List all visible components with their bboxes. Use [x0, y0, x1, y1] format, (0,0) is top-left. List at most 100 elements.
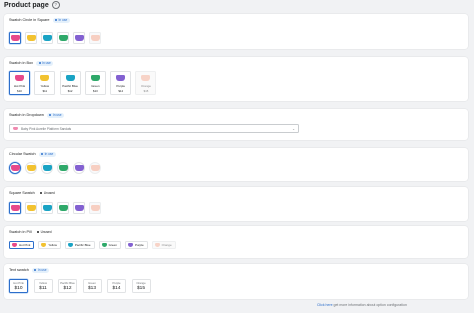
sandal-icon	[58, 165, 68, 171]
swatch-row: Hot Pink $10 Yellow $11 Pacific Blue $12 Gr…	[9, 71, 161, 95]
swatch-purple[interactable]	[73, 162, 85, 174]
sandal-icon	[13, 126, 18, 131]
swatch-box-pacific-blue[interactable]: Pacific Blue $12	[59, 71, 81, 95]
sandal-icon	[74, 205, 84, 211]
pill-green[interactable]: Green	[98, 241, 121, 249]
sandal-icon	[58, 35, 68, 41]
swatch-box-orange[interactable]: Orange $15	[135, 71, 157, 95]
sandal-icon	[67, 243, 73, 247]
sandal-icon	[127, 243, 133, 247]
sandal-icon	[40, 75, 50, 81]
swatch-pacific-blue[interactable]	[41, 202, 53, 214]
pill-pacific-blue[interactable]: Pacific Blue	[64, 241, 95, 249]
section-swatch-circle-in-square: Swatch Circle in Square In use	[4, 14, 468, 49]
sandal-icon	[42, 205, 52, 211]
text-swatch-row: Hot Pink $10 Yellow $11 Pacific Blue $12 Gr…	[9, 279, 156, 293]
section-swatch-in-dropdown: Swatch in Dropdown In use Baby Pink Aure…	[4, 109, 468, 140]
sandal-icon	[90, 75, 100, 81]
sandal-icon	[26, 35, 36, 41]
dropdown-selected: Baby Pink Aurelie Platform Sandals	[21, 126, 72, 131]
swatch-orange[interactable]	[89, 202, 101, 214]
swatch-hot-pink[interactable]	[9, 162, 21, 174]
sandal-icon	[42, 35, 52, 41]
status-badge: In use	[38, 152, 56, 157]
swatch-box-green[interactable]: Green $13	[84, 71, 106, 95]
sandal-icon	[42, 165, 52, 171]
swatch-green[interactable]	[57, 202, 69, 214]
sandal-icon	[90, 35, 100, 41]
sandal-icon	[141, 75, 151, 81]
sandal-icon	[74, 35, 84, 41]
sandal-icon	[15, 75, 24, 81]
swatch-row	[9, 202, 101, 214]
click-here-link[interactable]: Click here	[317, 303, 333, 307]
section-title: Text swatch	[9, 268, 29, 273]
swatch-box-hot-pink[interactable]: Hot Pink $10	[9, 71, 30, 95]
pill-purple[interactable]: Purple	[124, 241, 148, 249]
sandal-icon	[58, 205, 68, 211]
swatch-purple[interactable]	[73, 202, 85, 214]
section-title: Circular Swatch	[9, 152, 36, 157]
pill-orange[interactable]: Orange	[151, 241, 176, 249]
sandal-icon	[90, 205, 100, 211]
text-swatch-green[interactable]: Green $13	[82, 279, 102, 293]
swatch-box-yellow[interactable]: Yellow $11	[34, 71, 56, 95]
text-swatch-hot-pink[interactable]: Hot Pink $10	[9, 279, 28, 293]
pill-yellow[interactable]: Yellow	[38, 241, 61, 249]
sandal-icon	[26, 165, 36, 171]
swatch-pacific-blue[interactable]	[41, 32, 53, 44]
swatch-green[interactable]	[57, 162, 69, 174]
footer-help: Click here get more information about op…	[317, 303, 407, 307]
sandal-icon	[12, 243, 17, 247]
swatch-purple[interactable]	[73, 32, 85, 44]
section-swatch-in-pill: Swatch in Pill Unused Hot Pink Yellow Pa…	[4, 226, 468, 258]
swatch-yellow[interactable]	[25, 162, 37, 174]
swatch-pacific-blue[interactable]	[41, 162, 53, 174]
sandal-icon	[154, 243, 160, 247]
section-title: Swatch in Pill	[9, 230, 32, 235]
section-title: Swatch in Box	[9, 61, 34, 66]
pill-hot-pink[interactable]: Hot Pink	[9, 241, 35, 249]
section-swatch-in-box: Swatch in Box In use Hot Pink $10 Yellow $…	[4, 57, 468, 101]
swatch-box-purple[interactable]: Purple $14	[110, 71, 132, 95]
sandal-icon	[26, 205, 36, 211]
sandal-icon	[10, 165, 20, 171]
swatch-yellow[interactable]	[25, 32, 37, 44]
swatch-dropdown[interactable]: Baby Pink Aurelie Platform Sandals ⌄	[9, 124, 299, 133]
swatch-hot-pink[interactable]	[9, 202, 21, 214]
page-title: Product page ?	[4, 1, 60, 9]
sandal-icon	[10, 35, 20, 41]
text-swatch-pacific-blue[interactable]: Pacific Blue $12	[58, 279, 77, 293]
section-title: Square Swatch	[9, 191, 35, 196]
swatch-green[interactable]	[57, 32, 69, 44]
swatch-orange[interactable]	[89, 32, 101, 44]
chevron-down-icon: ⌄	[292, 127, 295, 131]
status-badge: In use	[46, 113, 65, 118]
status-badge: In use	[31, 268, 50, 273]
sandal-icon	[65, 75, 75, 81]
section-text-swatch: Text swatch In use Hot Pink $10 Yellow $11…	[4, 264, 468, 299]
status-badge: Unused	[35, 230, 55, 235]
section-title: Swatch Circle in Square	[9, 18, 50, 23]
help-icon[interactable]: ?	[51, 1, 60, 9]
footer-text: get more information about option config…	[332, 303, 407, 307]
pill-row: Hot Pink Yellow Pacific Blue Green Purpl…	[9, 241, 180, 249]
sandal-icon	[41, 243, 47, 247]
swatch-row	[9, 32, 101, 44]
text-swatch-yellow[interactable]: Yellow $11	[33, 279, 53, 293]
status-badge: In use	[36, 61, 54, 66]
swatch-row	[9, 162, 101, 174]
swatch-orange[interactable]	[89, 162, 101, 174]
swatch-hot-pink[interactable]	[9, 32, 21, 44]
sandal-icon	[116, 75, 126, 81]
section-title: Swatch in Dropdown	[9, 113, 44, 118]
sandal-icon	[10, 205, 20, 211]
section-square-swatch: Square Swatch Unused	[4, 187, 468, 221]
status-badge: In use	[52, 18, 70, 23]
swatch-yellow[interactable]	[25, 202, 37, 214]
text-swatch-purple[interactable]: Purple $14	[107, 279, 126, 293]
status-badge: Unused	[38, 191, 58, 196]
sandal-icon	[101, 243, 107, 247]
text-swatch-orange[interactable]: Orange $15	[131, 279, 151, 293]
sandal-icon	[90, 165, 100, 171]
